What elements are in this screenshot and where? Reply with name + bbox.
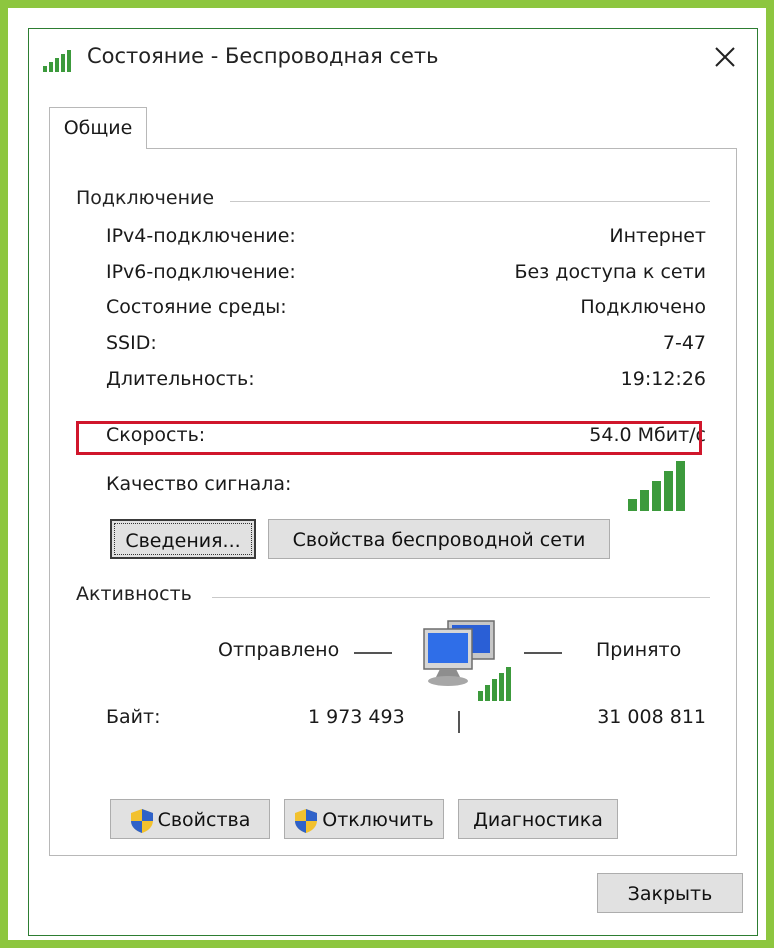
signal-row: Качество сигнала:	[106, 473, 706, 503]
media-state-row: Состояние среды: Подключено	[106, 296, 706, 326]
general-panel: Подключение IPv4-подключение: Интернет I…	[49, 148, 737, 856]
media-state-label: Состояние среды:	[106, 296, 287, 318]
ipv6-value: Без доступа к сети	[514, 261, 706, 283]
duration-row: Длительность: 19:12:26	[106, 368, 706, 398]
wireless-properties-button[interactable]: Свойства беспроводной сети	[268, 519, 610, 559]
diagnostics-button[interactable]: Диагностика	[458, 799, 618, 839]
received-line	[524, 652, 562, 654]
duration-value: 19:12:26	[620, 368, 706, 390]
activity-divider	[458, 711, 460, 733]
disconnect-button-label: Отключить	[322, 809, 434, 831]
wifi-signal-icon	[43, 50, 77, 72]
ipv6-row: IPv6-подключение: Без доступа к сети	[106, 261, 706, 291]
properties-button-label: Свойства	[157, 809, 251, 831]
details-button[interactable]: Сведения...	[110, 519, 256, 559]
window-title: Состояние - Беспроводная сеть	[87, 44, 439, 68]
ssid-label: SSID:	[106, 332, 157, 354]
screenshot-frame: Состояние - Беспроводная сеть Общие Подк…	[8, 8, 766, 940]
bytes-received-value: 31 008 811	[597, 706, 706, 728]
speed-highlight-box	[76, 421, 702, 455]
uac-shield-icon	[294, 808, 318, 834]
duration-label: Длительность:	[106, 368, 255, 390]
status-dialog: Состояние - Беспроводная сеть Общие Подк…	[28, 28, 758, 936]
ssid-row: SSID: 7-47	[106, 332, 706, 362]
connection-heading: Подключение	[76, 187, 225, 209]
divider	[212, 597, 710, 598]
bytes-sent-value: 1 973 493	[308, 706, 405, 728]
received-label: Принято	[596, 639, 682, 661]
ipv4-label: IPv4-подключение:	[106, 225, 296, 247]
close-button[interactable]: Закрыть	[597, 873, 743, 913]
ipv4-value: Интернет	[609, 225, 706, 247]
uac-shield-icon	[130, 808, 154, 834]
media-state-value: Подключено	[580, 296, 706, 318]
signal-strength-icon	[628, 459, 688, 515]
properties-button[interactable]: Свойства	[110, 799, 270, 839]
sent-label: Отправлено	[218, 639, 340, 661]
signal-label: Качество сигнала:	[106, 473, 292, 495]
ipv6-label: IPv6-подключение:	[106, 261, 296, 283]
title-bar: Состояние - Беспроводная сеть	[29, 29, 757, 87]
network-computers-icon	[416, 615, 516, 705]
ssid-value: 7-47	[662, 332, 706, 354]
tab-general[interactable]: Общие	[49, 107, 147, 149]
divider	[230, 201, 710, 202]
disconnect-button[interactable]: Отключить	[284, 799, 444, 839]
sent-line	[354, 652, 392, 654]
close-icon[interactable]	[709, 41, 741, 73]
activity-heading: Активность	[76, 583, 202, 605]
ipv4-row: IPv4-подключение: Интернет	[106, 225, 706, 255]
bytes-label: Байт:	[106, 706, 161, 728]
